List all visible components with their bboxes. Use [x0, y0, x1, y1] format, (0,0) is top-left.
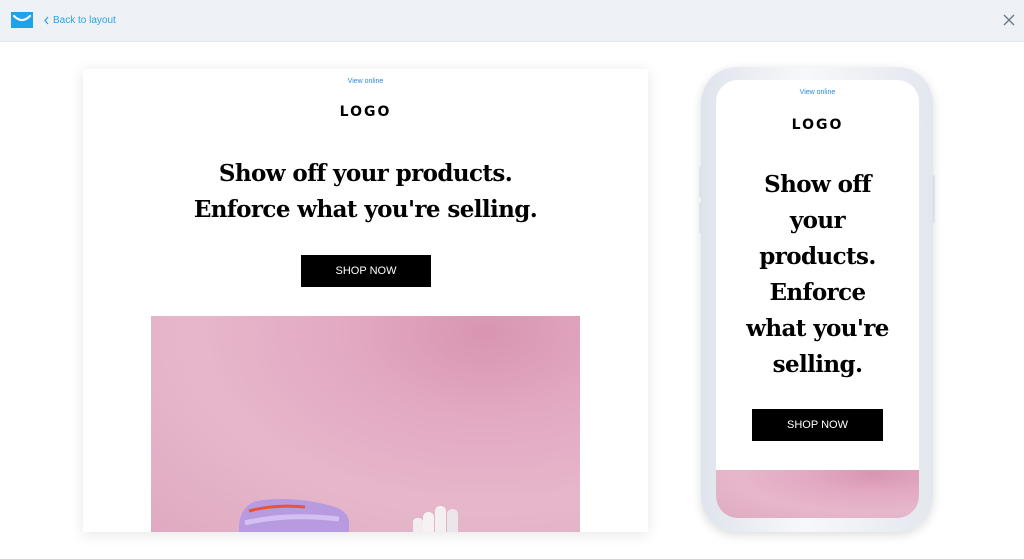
headline-line: what you're [746, 315, 889, 342]
mobile-phone-frame: View online LOGO Show off your products.… [699, 67, 935, 532]
back-link-label: Back to layout [53, 14, 116, 26]
headline-line: Enforce what you're selling. [193, 196, 538, 223]
desktop-email-preview: View online LOGO Show off your products.… [83, 69, 648, 532]
headline-line: products. [759, 243, 876, 270]
glove-illustration [413, 506, 458, 532]
close-icon[interactable] [1002, 13, 1016, 27]
view-online-link[interactable]: View online [83, 78, 648, 85]
mobile-view-online-link[interactable]: View online [716, 89, 919, 96]
mobile-shop-now-button[interactable]: SHOP NOW [752, 409, 883, 441]
product-image [151, 316, 580, 532]
mobile-email-logo: LOGO [791, 117, 844, 133]
shop-now-button[interactable]: SHOP NOW [301, 255, 431, 287]
mobile-product-image [716, 470, 919, 518]
chevron-left-icon [44, 16, 49, 24]
brand-envelope-icon[interactable] [11, 12, 33, 28]
back-to-layout-link[interactable]: Back to layout [43, 13, 116, 27]
phone-volume-down-button [699, 203, 702, 233]
headline-line: selling. [772, 351, 863, 378]
headline-line: Enforce [769, 279, 866, 306]
shoe-illustration [239, 499, 349, 532]
headline-line: Show off [764, 171, 871, 198]
email-logo: LOGO [339, 104, 392, 120]
phone-volume-up-button [699, 167, 702, 197]
headline-line: Show off your products. [218, 160, 513, 187]
headline-line: your [789, 207, 846, 234]
top-bar: Back to layout [0, 0, 1024, 42]
mobile-email-preview: View online LOGO Show off your products.… [716, 80, 919, 518]
email-headline: Show off your products. Enforce what you… [83, 156, 648, 228]
mobile-email-headline: Show off your products. Enforce what you… [716, 167, 919, 383]
phone-power-button [932, 175, 935, 223]
